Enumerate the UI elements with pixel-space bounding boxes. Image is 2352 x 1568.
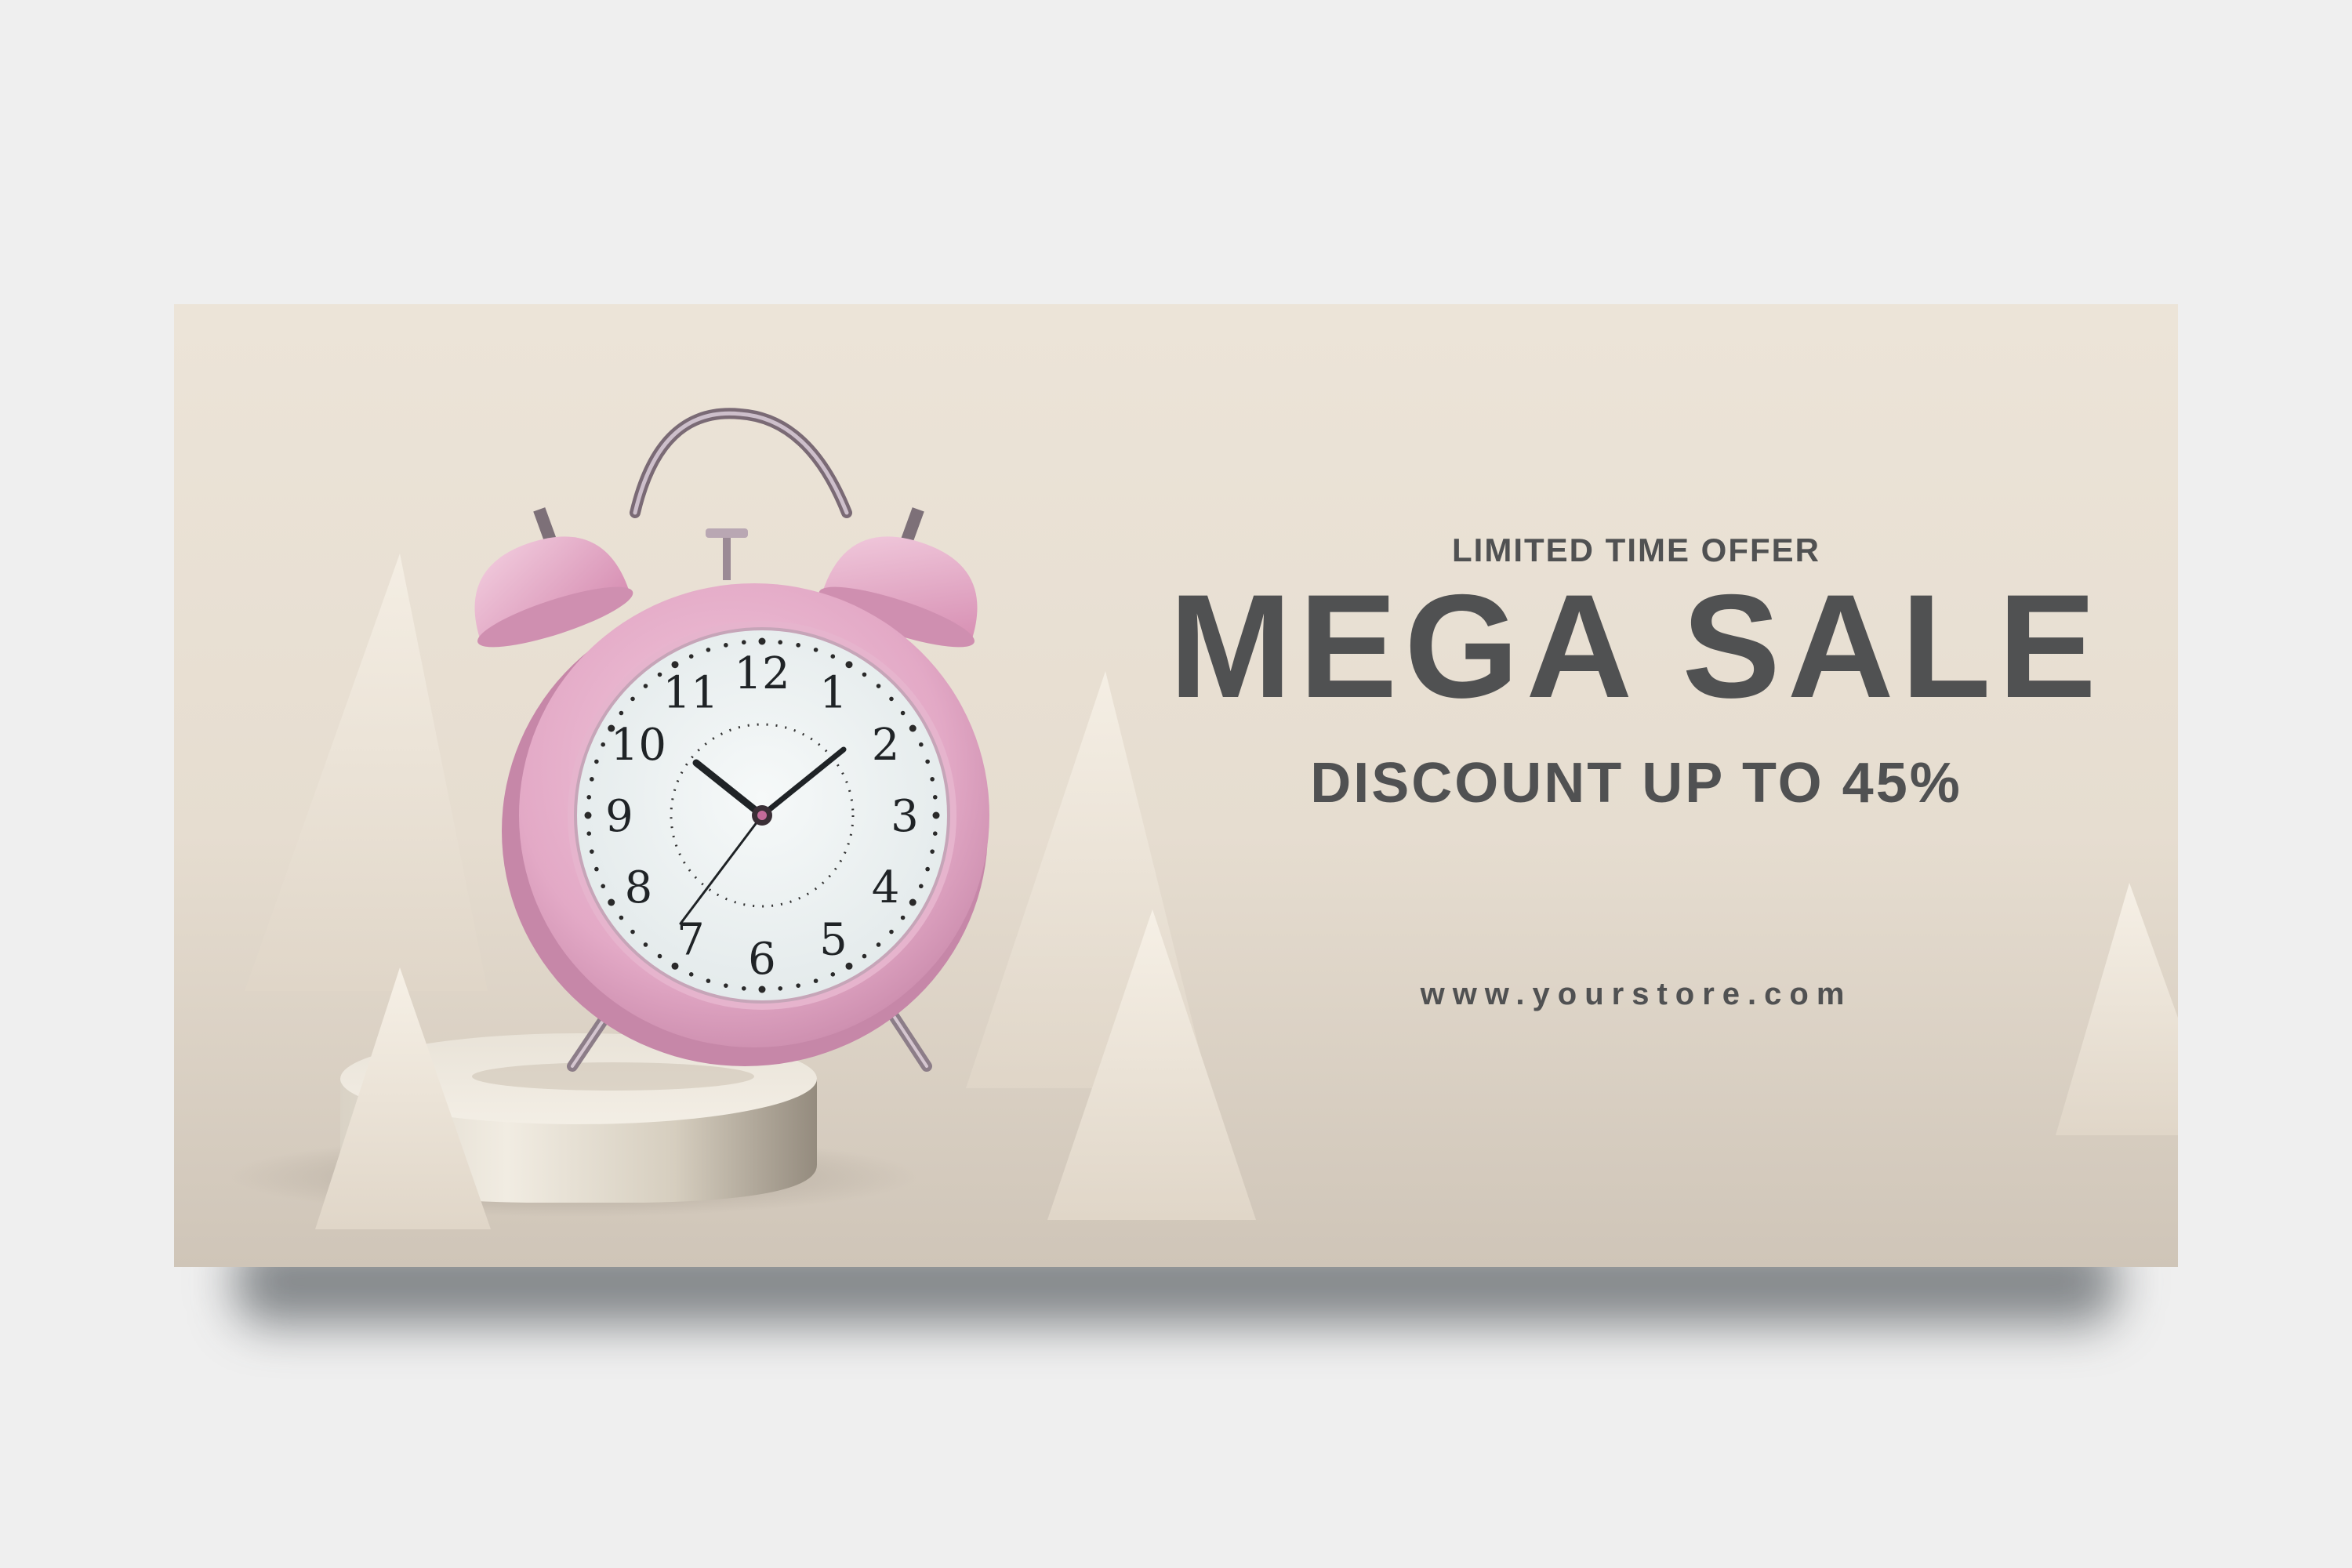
minute-tick — [608, 898, 615, 906]
minute-tick — [590, 777, 594, 782]
minute-tick — [590, 849, 594, 854]
minute-tick — [930, 777, 935, 782]
minute-tick — [688, 972, 694, 977]
minute-tick — [889, 929, 894, 935]
minute-tick — [657, 953, 662, 959]
minute-tick — [758, 985, 766, 993]
minute-tick — [925, 866, 930, 872]
minute-tick — [796, 643, 800, 648]
minute-tick — [630, 929, 635, 935]
minute-tick — [813, 978, 818, 983]
clock-numeral: 11 — [662, 667, 718, 718]
minute-tick — [925, 759, 930, 764]
minute-tick — [813, 648, 818, 652]
minute-tick — [619, 915, 624, 920]
minute-tick — [796, 983, 800, 988]
minute-tick — [586, 831, 592, 837]
minute-tick — [630, 696, 635, 702]
minute-tick — [900, 915, 906, 920]
minute-tick — [724, 983, 728, 988]
store-website-link[interactable]: www.yourstore.com — [1162, 977, 2111, 1012]
minute-tick — [909, 724, 916, 732]
minute-tick — [932, 794, 938, 800]
minute-tick — [862, 672, 867, 677]
minute-tick — [919, 742, 924, 747]
sale-banner[interactable]: 12 1 2 3 4 5 6 7 8 9 10 11 LIMITED TIME OFFER MEGA … — [174, 304, 2178, 1267]
minute-tick — [643, 942, 648, 947]
minute-tick — [889, 696, 894, 702]
minute-tick — [876, 684, 881, 688]
minute-tick — [758, 637, 766, 645]
minute-tick — [594, 759, 599, 764]
clock-numeral: 12 — [734, 648, 789, 699]
minute-tick — [594, 866, 599, 872]
mega-sale-headline: MEGA SALE — [1169, 564, 2103, 728]
clock-numeral: 10 — [611, 720, 666, 771]
triangle-shape — [245, 554, 488, 991]
minute-tick — [688, 654, 694, 659]
clock-numeral: 3 — [891, 791, 919, 842]
minute-tick — [876, 942, 881, 947]
clock-numeral: 1 — [819, 667, 848, 718]
minute-tick — [932, 831, 938, 837]
minute-tick — [601, 742, 605, 747]
minute-tick — [778, 640, 783, 645]
clock-numeral: 4 — [872, 862, 900, 913]
clock-numeral: 9 — [605, 791, 633, 842]
minute-tick — [909, 898, 916, 906]
alarm-clock-icon: 12 1234567891011 — [474, 408, 989, 1072]
minute-tick — [741, 985, 746, 991]
minute-tick — [706, 978, 711, 983]
minute-tick — [830, 654, 836, 659]
minute-tick — [932, 811, 940, 819]
discount-subheading: DISCOUNT UP TO 45% — [1310, 752, 1962, 815]
minute-tick — [706, 648, 711, 652]
minute-tick — [724, 643, 728, 648]
minute-tick — [584, 811, 592, 819]
minute-tick — [830, 972, 836, 977]
minute-tick — [778, 985, 783, 991]
clock-numeral: 2 — [872, 720, 900, 771]
minute-tick — [741, 640, 746, 645]
clock-numeral: 6 — [748, 934, 776, 985]
clock-numeral: 5 — [819, 915, 848, 966]
minute-tick — [900, 710, 906, 716]
minute-tick — [619, 710, 624, 716]
minute-tick — [586, 794, 592, 800]
minute-tick — [601, 884, 605, 889]
clock-numeral: 8 — [625, 862, 653, 913]
minute-tick — [657, 672, 662, 677]
minute-tick — [643, 684, 648, 688]
minute-tick — [930, 849, 935, 854]
minute-tick — [919, 884, 924, 889]
minute-tick — [862, 953, 867, 959]
